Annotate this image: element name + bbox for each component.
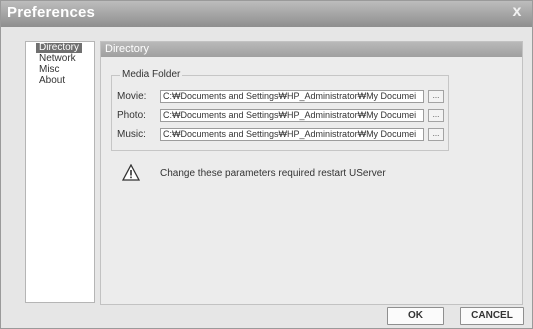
close-icon[interactable]: x xyxy=(508,3,526,21)
music-row: Music: C:₩Documents and Settings₩HP_Admi… xyxy=(117,128,447,142)
settings-panel: Directory Media Folder Movie: C:₩Documen… xyxy=(100,41,523,305)
window-title: Preferences xyxy=(7,4,96,21)
warning-text: Change these parameters required restart… xyxy=(160,168,386,179)
music-browse-button[interactable]: ... xyxy=(428,128,444,141)
media-folder-group: Media Folder Movie: C:₩Documents and Set… xyxy=(111,69,449,151)
movie-label: Movie: xyxy=(117,91,147,102)
restart-warning: Change these parameters required restart… xyxy=(122,164,502,184)
music-path-field[interactable]: C:₩Documents and Settings₩HP_Administrat… xyxy=(160,128,424,141)
nav-item-directory[interactable]: Directory xyxy=(36,43,82,53)
photo-row: Photo: C:₩Documents and Settings₩HP_Admi… xyxy=(117,109,447,123)
photo-label: Photo: xyxy=(117,110,146,121)
photo-browse-button[interactable]: ... xyxy=(428,109,444,122)
movie-browse-button[interactable]: ... xyxy=(428,90,444,103)
title-bar[interactable]: Preferences x xyxy=(1,1,532,27)
category-list: Directory Network Misc About xyxy=(25,41,95,303)
nav-item-about[interactable]: About xyxy=(36,76,82,86)
panel-header: Directory xyxy=(101,42,522,57)
movie-path-field[interactable]: C:₩Documents and Settings₩HP_Administrat… xyxy=(160,90,424,103)
group-title: Media Folder xyxy=(120,69,183,80)
nav-item-network[interactable]: Network xyxy=(36,54,82,64)
warning-icon xyxy=(122,164,140,181)
nav-item-misc[interactable]: Misc xyxy=(36,65,82,75)
cancel-button[interactable]: CANCEL xyxy=(460,307,524,325)
movie-row: Movie: C:₩Documents and Settings₩HP_Admi… xyxy=(117,90,447,104)
ok-button[interactable]: OK xyxy=(387,307,444,325)
photo-path-field[interactable]: C:₩Documents and Settings₩HP_Administrat… xyxy=(160,109,424,122)
preferences-window: Preferences x Directory Network Misc Abo… xyxy=(0,0,533,329)
music-label: Music: xyxy=(117,129,146,140)
